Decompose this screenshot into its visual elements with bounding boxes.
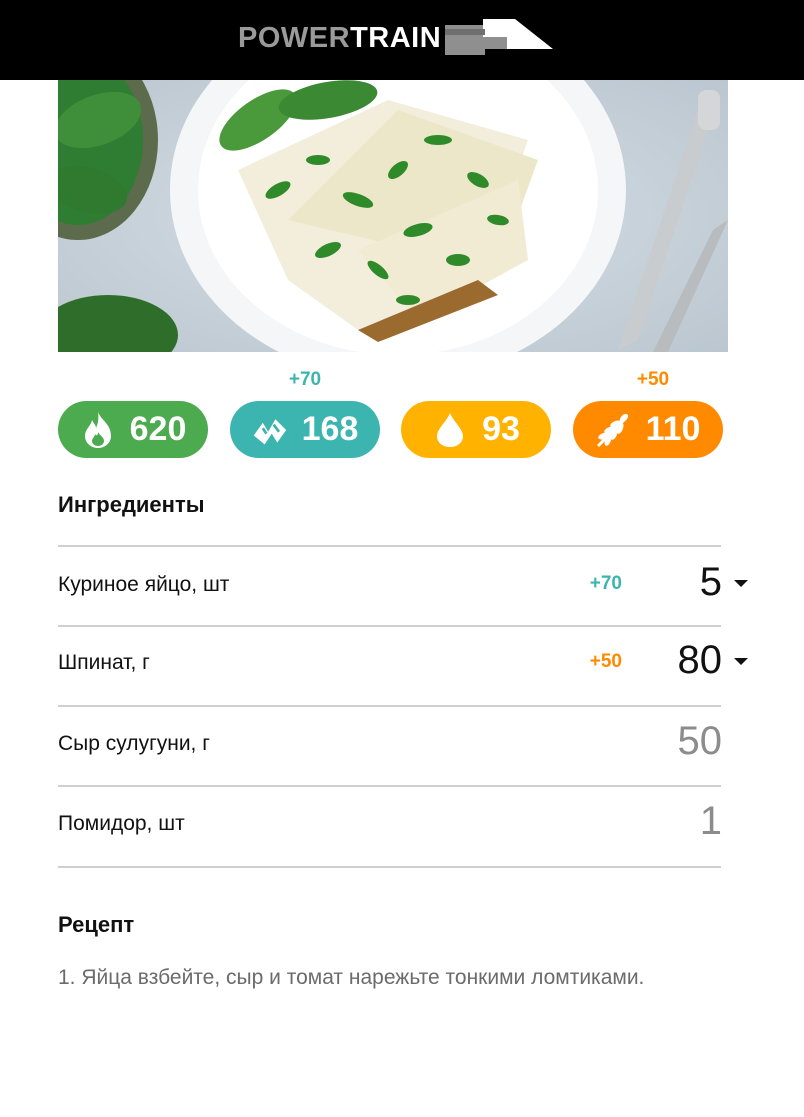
calories-value: 620 xyxy=(129,410,187,448)
ingredient-row: Сыр сулугуни, г 50 xyxy=(58,705,758,785)
ingredient-row: Куриное яйцо, шт +70 5 xyxy=(58,546,758,626)
quantity-select[interactable]: 5 xyxy=(700,560,722,605)
flame-icon xyxy=(80,411,116,448)
drop-icon xyxy=(432,412,468,448)
fat-value: 93 xyxy=(482,410,520,448)
carbs-delta-text: +50 xyxy=(636,369,670,390)
ingredient-delta: +70 xyxy=(589,573,622,594)
logo-text-train: TRAIN xyxy=(350,21,442,54)
ingredient-row: Шпинат, г +50 80 xyxy=(58,624,758,704)
ingredient-name: Куриное яйцо, шт xyxy=(58,573,230,596)
protein-pill[interactable]: 168 xyxy=(230,401,380,458)
dropdown-caret-icon[interactable] xyxy=(734,580,748,587)
ingredient-name: Сыр сулугуни, г xyxy=(58,732,210,755)
quantity-value: 1 xyxy=(699,799,722,843)
protein-delta-text: +70 xyxy=(288,369,322,390)
app-header: POWER TRAIN xyxy=(0,0,804,80)
recipe-photo xyxy=(58,80,728,352)
carbs-delta: +50 xyxy=(578,369,728,391)
quantity-select[interactable]: 80 xyxy=(678,638,723,683)
quantity-value: 50 xyxy=(677,719,723,763)
dropdown-caret-icon[interactable] xyxy=(734,658,748,665)
carbs-pill[interactable]: 110 xyxy=(573,401,723,458)
carbs-value: 110 xyxy=(645,410,701,448)
logo-text-power: POWER xyxy=(238,21,351,54)
fat-pill[interactable]: 93 xyxy=(401,401,551,458)
ingredient-name: Шпинат, г xyxy=(58,651,150,674)
train-logo-icon xyxy=(445,19,554,55)
ingredient-name: Помидор, шт xyxy=(58,812,185,835)
divider xyxy=(58,866,721,868)
ingredient-row: Помидор, шт 1 xyxy=(58,785,758,865)
scroll-fade xyxy=(0,990,804,1050)
recipe-title: Рецепт xyxy=(58,912,135,937)
ingredient-delta: +50 xyxy=(589,651,622,672)
protein-delta: +70 xyxy=(230,369,380,391)
meat-icon xyxy=(252,412,288,448)
wheat-icon xyxy=(596,412,632,448)
ingredients-title: Ингредиенты xyxy=(58,492,205,517)
protein-value: 168 xyxy=(301,410,359,448)
calories-pill[interactable]: 620 xyxy=(58,401,208,458)
powertrain-logo[interactable]: POWER TRAIN xyxy=(238,18,555,58)
